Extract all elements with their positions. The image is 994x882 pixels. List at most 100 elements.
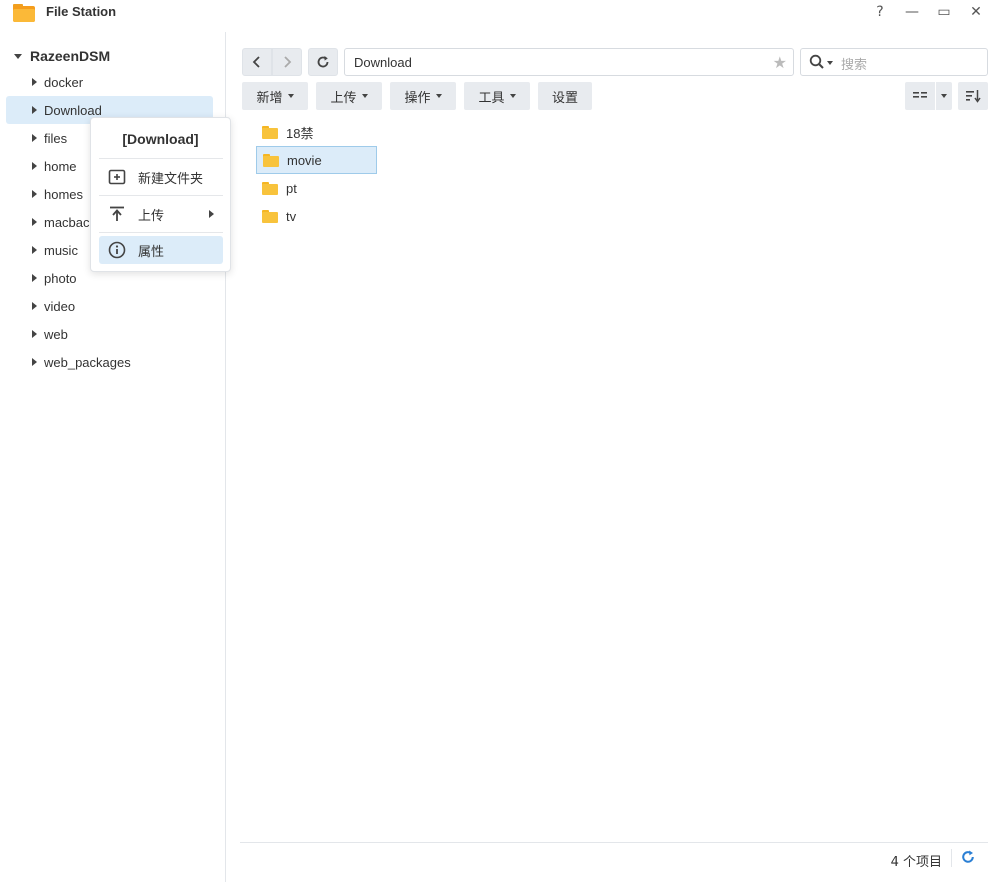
dropdown-arrow-icon <box>941 94 947 98</box>
caret-right-icon[interactable] <box>32 134 37 142</box>
sidebar-item-label: macbac <box>44 214 90 230</box>
caret-down-icon[interactable] <box>14 53 22 59</box>
tree-root-razeendsm[interactable]: RazeenDSM <box>14 46 110 66</box>
upload-button-label: 上传 <box>330 90 357 106</box>
menu-divider <box>99 195 223 196</box>
search-icon[interactable] <box>809 54 825 70</box>
refresh-icon[interactable] <box>960 849 976 865</box>
sidebar-item-label: photo <box>44 270 77 286</box>
sidebar-item-docker[interactable]: docker <box>6 68 213 96</box>
info-icon <box>108 241 126 259</box>
menu-item-label: 属性 <box>138 244 165 260</box>
action-button[interactable]: 操作 <box>390 82 456 110</box>
sidebar-item-label: web <box>44 326 68 342</box>
dropdown-arrow-icon <box>435 94 442 98</box>
file-name: 18禁 <box>286 125 314 141</box>
chevron-right-icon <box>284 56 292 68</box>
dropdown-arrow-icon <box>287 94 294 98</box>
file-row[interactable]: pt <box>256 174 377 202</box>
item-count: 4 个项目 <box>890 855 942 870</box>
menu-divider <box>99 232 223 233</box>
caret-right-icon[interactable] <box>32 330 37 338</box>
action-button-label: 操作 <box>404 90 431 106</box>
caret-right-icon[interactable] <box>32 162 37 170</box>
sidebar-item-label: home <box>44 158 77 174</box>
file-name: movie <box>287 152 322 168</box>
folder-icon <box>262 125 278 139</box>
caret-right-icon[interactable] <box>32 274 37 282</box>
menu-divider <box>99 158 223 159</box>
path-text: Download <box>354 55 412 70</box>
status-divider <box>951 849 952 867</box>
sidebar-item-label: files <box>44 130 68 146</box>
back-button[interactable] <box>242 48 272 76</box>
window-title: File Station <box>46 4 117 19</box>
folder-icon <box>262 181 278 195</box>
chevron-left-icon <box>252 56 260 68</box>
search-placeholder: 搜索 <box>841 58 868 73</box>
refresh-icon <box>317 56 329 68</box>
file-row[interactable]: movie <box>256 146 377 174</box>
file-row[interactable]: 18禁 <box>256 118 377 146</box>
tools-button-label: 工具 <box>478 90 505 106</box>
upload-icon <box>108 205 126 223</box>
sidebar-item-label: Download <box>44 102 102 118</box>
folder-icon <box>263 153 279 167</box>
context-menu: [Download] 新建文件夹 上传 属性 <box>90 117 231 272</box>
status-bar: 4 个项目 <box>240 842 988 872</box>
sidebar-item-label: music <box>44 242 78 258</box>
search-input[interactable]: 搜索 <box>800 48 988 76</box>
upload-button[interactable]: 上传 <box>316 82 382 110</box>
help-icon[interactable]: ? <box>870 2 890 22</box>
menu-item-new-folder[interactable]: 新建文件夹 <box>99 163 223 191</box>
title-bar: File Station ? — ▭ ✕ <box>0 0 994 28</box>
close-icon[interactable]: ✕ <box>966 2 986 22</box>
minimize-icon[interactable]: — <box>902 2 922 22</box>
forward-button[interactable] <box>272 48 302 76</box>
sidebar-item-label: docker <box>44 74 84 90</box>
caret-right-icon[interactable] <box>32 218 37 226</box>
sort-icon <box>966 90 981 103</box>
refresh-button[interactable] <box>308 48 338 76</box>
caret-right-icon[interactable] <box>32 78 37 86</box>
caret-right-icon[interactable] <box>32 302 37 310</box>
menu-item-label: 上传 <box>138 208 165 224</box>
menu-item-label: 新建文件夹 <box>138 171 204 187</box>
file-name: tv <box>286 208 297 224</box>
new-button[interactable]: 新增 <box>242 82 308 110</box>
add-folder-icon <box>108 168 126 186</box>
sidebar-item-web-packages[interactable]: web_packages <box>6 348 213 376</box>
search-dropdown-icon[interactable] <box>827 61 833 65</box>
settings-button-label: 设置 <box>551 90 578 106</box>
dropdown-arrow-icon <box>509 94 516 98</box>
menu-item-upload[interactable]: 上传 <box>99 200 223 228</box>
sidebar-item-label: web_packages <box>44 354 131 370</box>
caret-right-icon[interactable] <box>32 358 37 366</box>
list-view-icon <box>913 92 927 98</box>
view-mode-button[interactable] <box>905 82 935 110</box>
maximize-icon[interactable]: ▭ <box>934 2 954 22</box>
folder-icon <box>262 209 278 223</box>
file-name: pt <box>286 180 297 196</box>
caret-right-icon[interactable] <box>32 190 37 198</box>
tree-root-label: RazeenDSM <box>30 48 111 64</box>
context-menu-title: [Download] <box>122 131 199 147</box>
sidebar-item-video[interactable]: video <box>6 292 213 320</box>
submenu-arrow-icon <box>209 210 214 218</box>
caret-right-icon[interactable] <box>32 106 37 114</box>
sidebar-item-label: video <box>44 298 76 314</box>
dropdown-arrow-icon <box>361 94 368 98</box>
tools-button[interactable]: 工具 <box>464 82 530 110</box>
view-mode-dropdown[interactable] <box>936 82 952 110</box>
file-row[interactable]: tv <box>256 202 377 230</box>
sidebar-item-web[interactable]: web <box>6 320 213 348</box>
sidebar-item-label: homes <box>44 186 84 202</box>
sort-button[interactable] <box>958 82 988 110</box>
new-button-label: 新增 <box>256 90 283 106</box>
file-station-icon <box>12 1 36 23</box>
menu-item-properties[interactable]: 属性 <box>99 236 223 264</box>
star-icon[interactable]: ★ <box>773 53 787 72</box>
caret-right-icon[interactable] <box>32 246 37 254</box>
path-bar[interactable]: Download ★ <box>344 48 794 76</box>
settings-button[interactable]: 设置 <box>538 82 592 110</box>
